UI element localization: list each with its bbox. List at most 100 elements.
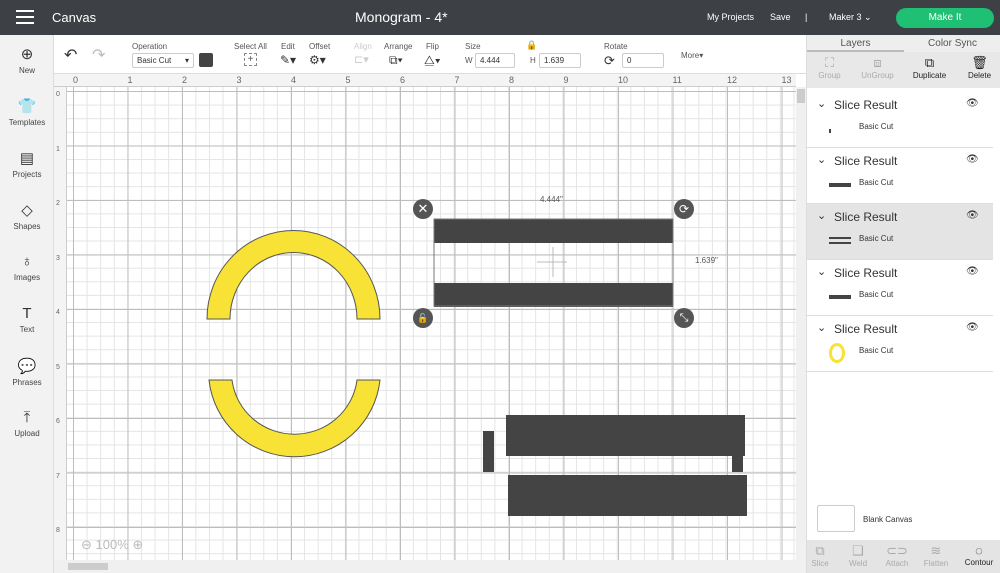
operation-label: Operation (132, 42, 168, 51)
chevron-down-icon[interactable]: ⌄ (817, 153, 826, 166)
projects-icon: ▤ (19, 150, 35, 167)
eye-icon[interactable]: 👁 (966, 98, 979, 109)
save-button[interactable]: Save (770, 12, 791, 22)
delete-button[interactable]: 🗑 Delete (957, 55, 1000, 80)
layer-item[interactable]: ⌄ Slice Result 👁 Basic Cut (807, 148, 993, 204)
sidebar-label: Phrases (12, 378, 42, 387)
layers-panel: Layers Color Sync ⛶ Group ⧈ UnGroup ⧉ Dupli… (806, 35, 1000, 573)
tool-label: Attach (885, 559, 909, 568)
chevron-down-icon: ⌄ (864, 12, 872, 22)
sidebar-label: Text (19, 325, 35, 334)
ruler-tick-label: 2 (56, 200, 60, 207)
slice-button[interactable]: ⧉ Slice (802, 543, 838, 568)
flip-icon[interactable]: ⧋▾ (424, 53, 441, 68)
undo-icon[interactable]: ↶ (64, 45, 77, 65)
more-button[interactable]: More▾ (681, 51, 703, 60)
attach-button[interactable]: ⊂⊃ Attach (879, 543, 915, 568)
horizontal-scrollbar[interactable] (54, 560, 806, 573)
resize-handle-icon[interactable]: ⤡ (674, 308, 694, 328)
redo-icon[interactable]: ↷ (92, 45, 105, 65)
sidebar-item-new[interactable]: ⊕ New (0, 45, 54, 75)
tab-color-sync[interactable]: Color Sync (904, 35, 1000, 52)
eye-icon[interactable]: 👁 (966, 210, 979, 221)
dark-small-bar (732, 431, 743, 472)
layer-item[interactable]: ⌄ Slice Result 👁 Basic Cut (807, 92, 993, 148)
lock-handle-icon[interactable]: 🔓 (413, 308, 433, 328)
layer-item[interactable]: ⌄ Slice Result 👁 Basic Cut (807, 204, 993, 260)
layer-thumbnail (829, 181, 851, 187)
weld-button[interactable]: ❏ Weld (840, 543, 876, 568)
sidebar-item-projects[interactable]: ▤ Projects (0, 149, 54, 179)
machine-select[interactable]: Maker 3 ⌄ (829, 12, 872, 23)
ungroup-icon: ⧈ (873, 55, 882, 70)
zoom-out-icon[interactable]: ⊖ (81, 537, 92, 552)
duplicate-button[interactable]: ⧉ Duplicate (907, 55, 952, 80)
make-it-button[interactable]: Make It (896, 8, 994, 28)
arrange-icon[interactable]: ⧉▾ (389, 53, 403, 68)
layer-thumbnail (829, 343, 845, 363)
ruler-tick-label: 5 (345, 75, 351, 85)
height-label: H (530, 56, 536, 65)
chevron-down-icon[interactable]: ⌄ (817, 265, 826, 278)
layer-item[interactable]: ⌄ Slice Result 👁 Basic Cut (807, 316, 993, 372)
dark-bar-selected-bottom (434, 283, 673, 307)
layer-name: Slice Result (834, 210, 898, 224)
design-canvas[interactable]: ✕ ⟳ 🔓 ⤡ 4.444" 1.639" ⊖ 100% ⊕ (67, 87, 796, 560)
width-label: W (465, 56, 473, 65)
tab-layers[interactable]: Layers (807, 35, 904, 52)
sidebar-item-images[interactable]: ♁ Images (0, 253, 54, 282)
layer-thumbnail (829, 293, 851, 299)
pencil-icon[interactable]: ✎▾ (280, 53, 296, 67)
my-projects-link[interactable]: My Projects (707, 12, 754, 22)
dark-bar (508, 475, 747, 516)
offset-icon[interactable]: ⚙▾ (309, 53, 326, 67)
contour-button[interactable]: ◌ Contour (959, 543, 999, 567)
width-input[interactable]: 4.444 (475, 53, 515, 68)
zoom-in-icon[interactable]: ⊕ (132, 537, 143, 552)
flip-label: Flip (426, 42, 439, 51)
eye-icon[interactable]: 👁 (966, 266, 979, 277)
rotate-input[interactable]: 0 (622, 53, 664, 68)
height-input[interactable]: 1.639 (539, 53, 581, 68)
sidebar-label: Upload (14, 429, 40, 438)
sidebar-item-phrases[interactable]: 💬 Phrases (0, 357, 54, 387)
ungroup-button[interactable]: ⧈ UnGroup (855, 55, 900, 80)
align-icon[interactable]: ⊏▾ (354, 53, 369, 66)
lock-icon[interactable]: 🔒 (526, 40, 537, 51)
rotate-value: 0 (627, 56, 632, 65)
layer-operation: Basic Cut (859, 178, 894, 187)
rotate-icon: ⟳ (604, 53, 615, 68)
sidebar-item-text[interactable]: T Text (0, 305, 54, 334)
sidebar-item-shapes[interactable]: ◇ Shapes (0, 201, 54, 231)
sidebar-item-upload[interactable]: ⤒ Upload (0, 409, 54, 438)
blank-canvas-swatch[interactable] (817, 505, 855, 532)
ruler-tick-label: 9 (563, 75, 569, 85)
color-swatch[interactable] (199, 53, 213, 67)
chevron-down-icon[interactable]: ⌄ (817, 209, 826, 222)
shapes-icon: ◇ (21, 202, 33, 219)
sidebar-item-templates[interactable]: 👕 Templates (0, 97, 54, 127)
rotate-handle-icon[interactable]: ⟳ (674, 199, 694, 219)
flatten-button[interactable]: ≋ Flatten (918, 543, 954, 568)
select-all-icon[interactable]: + (244, 53, 257, 66)
top-ruler: 0 1 2 3 4 5 6 7 8 9 10 11 12 13 (54, 74, 796, 87)
left-ruler: 0 1 2 3 4 5 6 7 8 (54, 87, 67, 560)
layer-item[interactable]: ⌄ Slice Result 👁 Basic Cut (807, 260, 993, 316)
dark-bar (506, 415, 745, 456)
eye-icon[interactable]: 👁 (966, 322, 979, 333)
layer-name: Slice Result (834, 266, 898, 280)
vertical-scrollbar[interactable] (796, 87, 806, 560)
ruler-tick-label: 4 (291, 75, 297, 85)
eye-icon[interactable]: 👁 (966, 154, 979, 165)
delete-handle-icon[interactable]: ✕ (413, 199, 433, 219)
chevron-down-icon[interactable]: ⌄ (817, 97, 826, 110)
group-button[interactable]: ⛶ Group (807, 55, 852, 80)
slice-icon: ⧉ (815, 543, 825, 558)
chevron-down-icon[interactable]: ⌄ (817, 321, 826, 334)
ruler-tick-label: 3 (56, 254, 60, 262)
contour-icon: ◌ (975, 543, 983, 558)
menu-icon[interactable] (16, 10, 34, 24)
operation-select[interactable]: Basic Cut ▾ (132, 53, 194, 68)
ruler-tick-label: 6 (400, 75, 406, 85)
speech-bubble-icon: 💬 (17, 358, 37, 375)
